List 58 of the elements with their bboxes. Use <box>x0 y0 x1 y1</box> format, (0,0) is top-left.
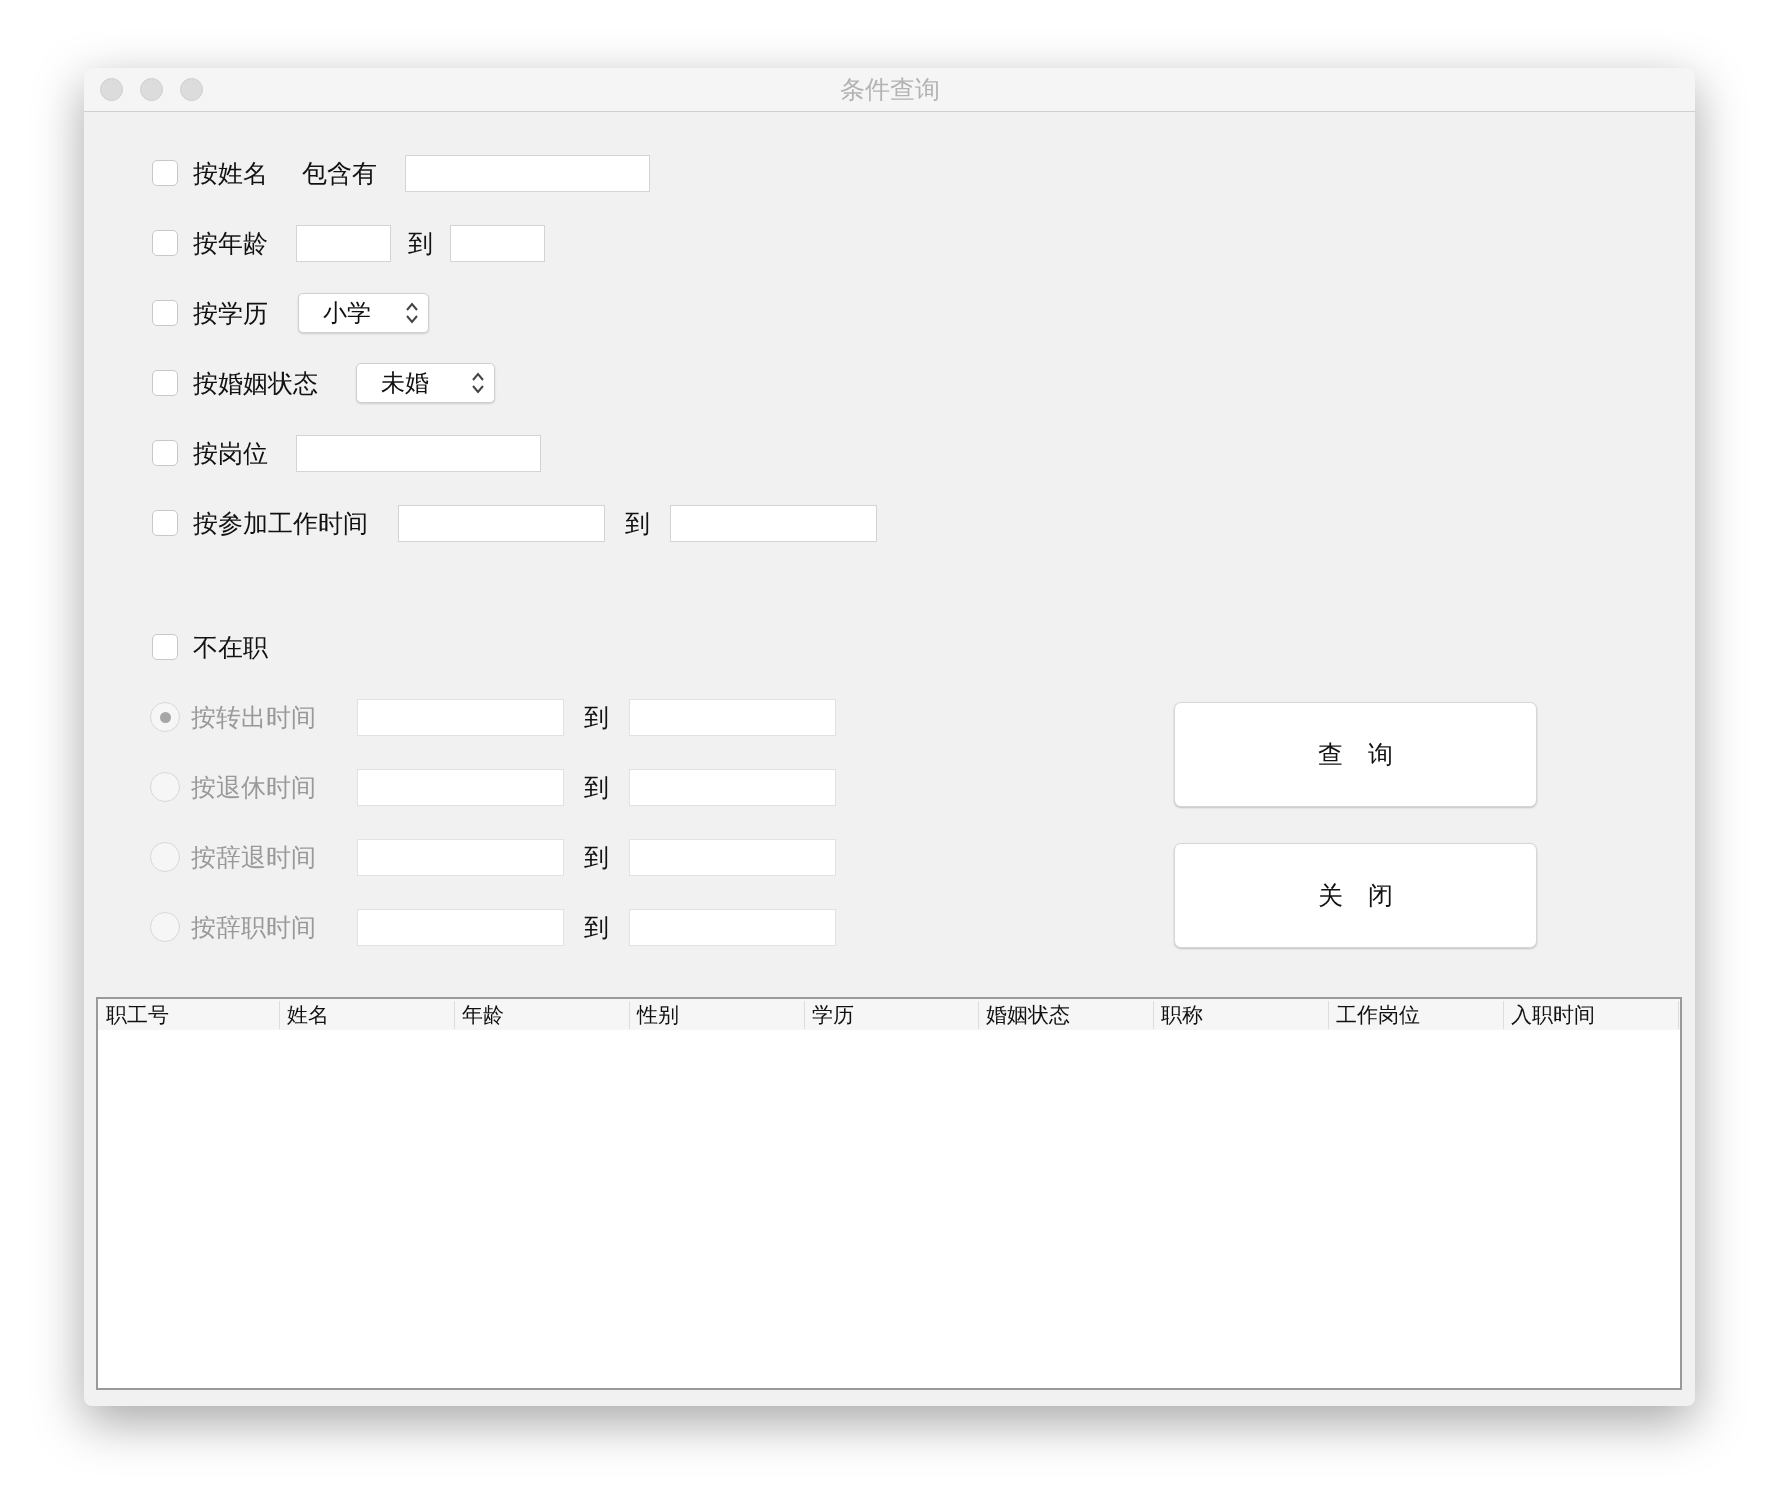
window-control-button[interactable] <box>180 78 203 101</box>
column-header[interactable]: 姓名 <box>280 1000 455 1029</box>
chevron-up-down-icon <box>472 372 484 394</box>
input-field[interactable] <box>357 768 564 806</box>
window-control-button[interactable] <box>140 78 163 101</box>
dropdown[interactable]: 未婚 <box>356 363 495 403</box>
column-header[interactable]: 工作岗位 <box>1330 1000 1505 1029</box>
input-field[interactable] <box>629 698 836 736</box>
radio-label: 按转出时间 <box>191 701 317 734</box>
checkbox[interactable] <box>152 160 178 186</box>
checkbox-label: 按岗位 <box>193 437 268 470</box>
chevron-up-down-icon <box>406 302 418 324</box>
window-title: 条件查询 <box>839 74 940 106</box>
input-field[interactable] <box>398 504 605 542</box>
input-field[interactable] <box>629 768 836 806</box>
input-field[interactable] <box>405 154 650 192</box>
checkbox-label: 按学历 <box>193 297 268 330</box>
input-field[interactable] <box>670 504 877 542</box>
checkbox[interactable] <box>152 440 178 466</box>
input-field[interactable] <box>629 838 836 876</box>
input-field[interactable] <box>357 838 564 876</box>
column-header[interactable]: 学历 <box>805 1000 980 1029</box>
column-header[interactable]: 入职时间 <box>1505 1000 1679 1029</box>
field-label: 到 <box>584 771 609 804</box>
checkbox-label: 按姓名 <box>193 157 268 190</box>
input-field[interactable] <box>296 434 541 472</box>
checkbox[interactable] <box>152 510 178 536</box>
push-button[interactable]: 查 询 <box>1174 702 1537 807</box>
checkbox-label: 按年龄 <box>193 227 268 260</box>
input-field[interactable] <box>450 224 545 262</box>
column-header[interactable]: 婚姻状态 <box>980 1000 1155 1029</box>
column-header[interactable]: 职工号 <box>106 1000 280 1029</box>
checkbox[interactable] <box>152 634 178 660</box>
input-field[interactable] <box>357 908 564 946</box>
checkbox[interactable] <box>152 300 178 326</box>
input-field[interactable] <box>357 698 564 736</box>
radio-label: 按退休时间 <box>191 771 317 804</box>
field-label: 到 <box>584 841 609 874</box>
checkbox-label: 按婚姻状态 <box>193 367 318 400</box>
checkbox-label: 不在职 <box>193 631 268 664</box>
field-label: 到 <box>408 227 433 260</box>
field-label: 到 <box>584 701 609 734</box>
radio-label: 按辞退时间 <box>191 841 317 874</box>
dropdown[interactable]: 小学 <box>298 293 429 333</box>
column-header[interactable]: 性别 <box>630 1000 805 1029</box>
input-field[interactable] <box>296 224 391 262</box>
checkbox[interactable] <box>152 370 178 396</box>
window-control-button[interactable] <box>100 78 123 101</box>
field-label: 到 <box>584 911 609 944</box>
radio-label: 按辞职时间 <box>191 911 317 944</box>
column-header[interactable]: 年龄 <box>455 1000 630 1029</box>
field-label: 包含有 <box>302 157 377 190</box>
input-field[interactable] <box>629 908 836 946</box>
column-header[interactable]: 职称 <box>1155 1000 1330 1029</box>
field-label: 到 <box>625 507 650 540</box>
checkbox-label: 按参加工作时间 <box>193 507 368 540</box>
push-button[interactable]: 关 闭 <box>1174 843 1537 948</box>
checkbox[interactable] <box>152 230 178 256</box>
